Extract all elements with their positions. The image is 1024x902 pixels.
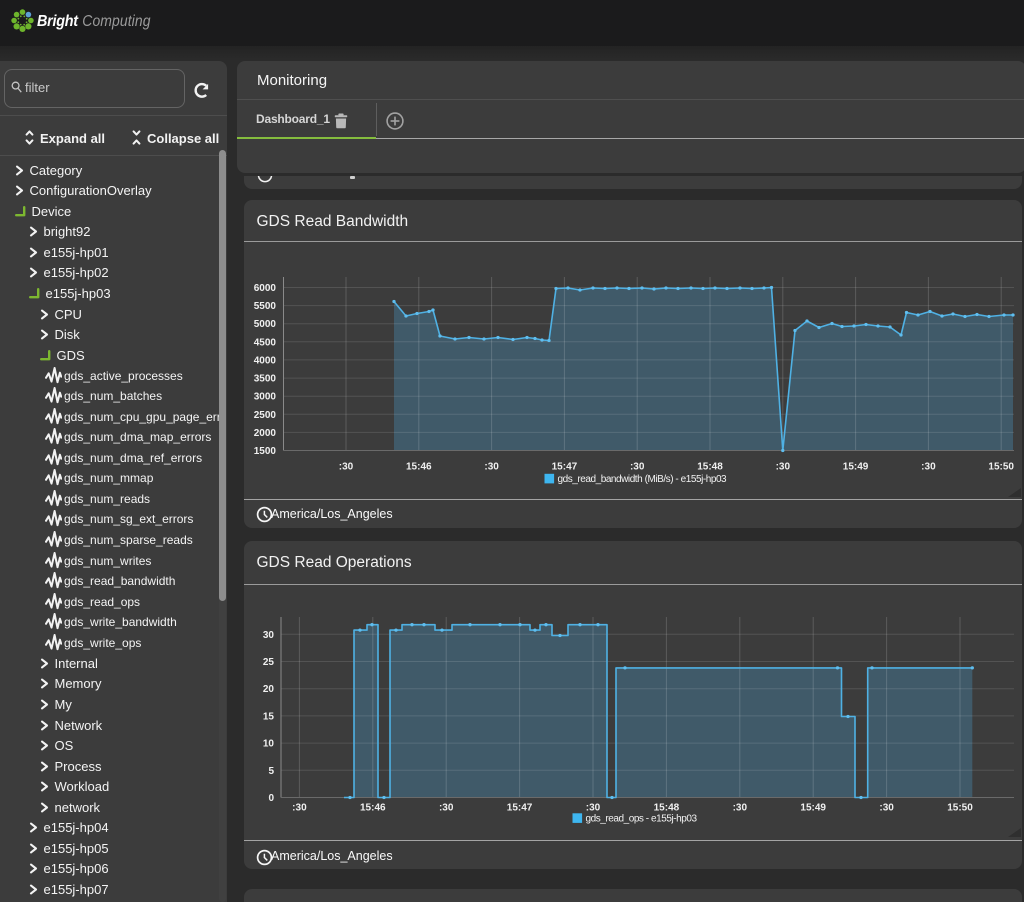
- svg-text:15:49: 15:49: [800, 803, 826, 814]
- svg-text:4500: 4500: [254, 337, 277, 348]
- svg-text:10: 10: [263, 739, 275, 750]
- svg-text:15:50: 15:50: [988, 462, 1014, 473]
- svg-text:15: 15: [263, 711, 275, 722]
- svg-text:1500: 1500: [254, 446, 277, 457]
- svg-text::30: :30: [292, 803, 307, 814]
- svg-text::30: :30: [484, 462, 499, 473]
- svg-text::30: :30: [776, 462, 791, 473]
- svg-text::30: :30: [921, 462, 936, 473]
- svg-text:15:47: 15:47: [552, 462, 578, 473]
- svg-text:gds_read_bandwidth (MiB/s) - e: gds_read_bandwidth (MiB/s) - e155j-hp03: [558, 474, 728, 485]
- svg-text::30: :30: [586, 803, 601, 814]
- svg-text:15:49: 15:49: [843, 462, 869, 473]
- svg-text:3000: 3000: [254, 392, 277, 403]
- svg-text::30: :30: [339, 462, 354, 473]
- svg-text:15:46: 15:46: [406, 462, 432, 473]
- svg-text:25: 25: [263, 657, 275, 668]
- svg-text:5500: 5500: [254, 301, 277, 312]
- svg-text::30: :30: [733, 803, 748, 814]
- svg-text:15:47: 15:47: [507, 803, 533, 814]
- svg-text:5000: 5000: [254, 319, 277, 330]
- svg-text:4000: 4000: [254, 355, 277, 366]
- svg-text:6000: 6000: [254, 283, 277, 294]
- svg-text:2000: 2000: [254, 428, 277, 439]
- svg-text:15:48: 15:48: [654, 803, 680, 814]
- svg-text::30: :30: [630, 462, 645, 473]
- svg-text::30: :30: [879, 803, 894, 814]
- svg-text:gds_read_ops - e155j-hp03: gds_read_ops - e155j-hp03: [586, 814, 698, 825]
- svg-text:20: 20: [263, 684, 275, 695]
- svg-text:5: 5: [268, 766, 274, 777]
- svg-text:15:46: 15:46: [360, 803, 386, 814]
- svg-text:2500: 2500: [254, 410, 277, 421]
- svg-text:30: 30: [263, 630, 275, 641]
- svg-text:15:50: 15:50: [947, 803, 973, 814]
- svg-text::30: :30: [439, 803, 454, 814]
- svg-text:3500: 3500: [254, 374, 277, 385]
- svg-text:0: 0: [268, 793, 274, 804]
- svg-text:15:48: 15:48: [697, 462, 723, 473]
